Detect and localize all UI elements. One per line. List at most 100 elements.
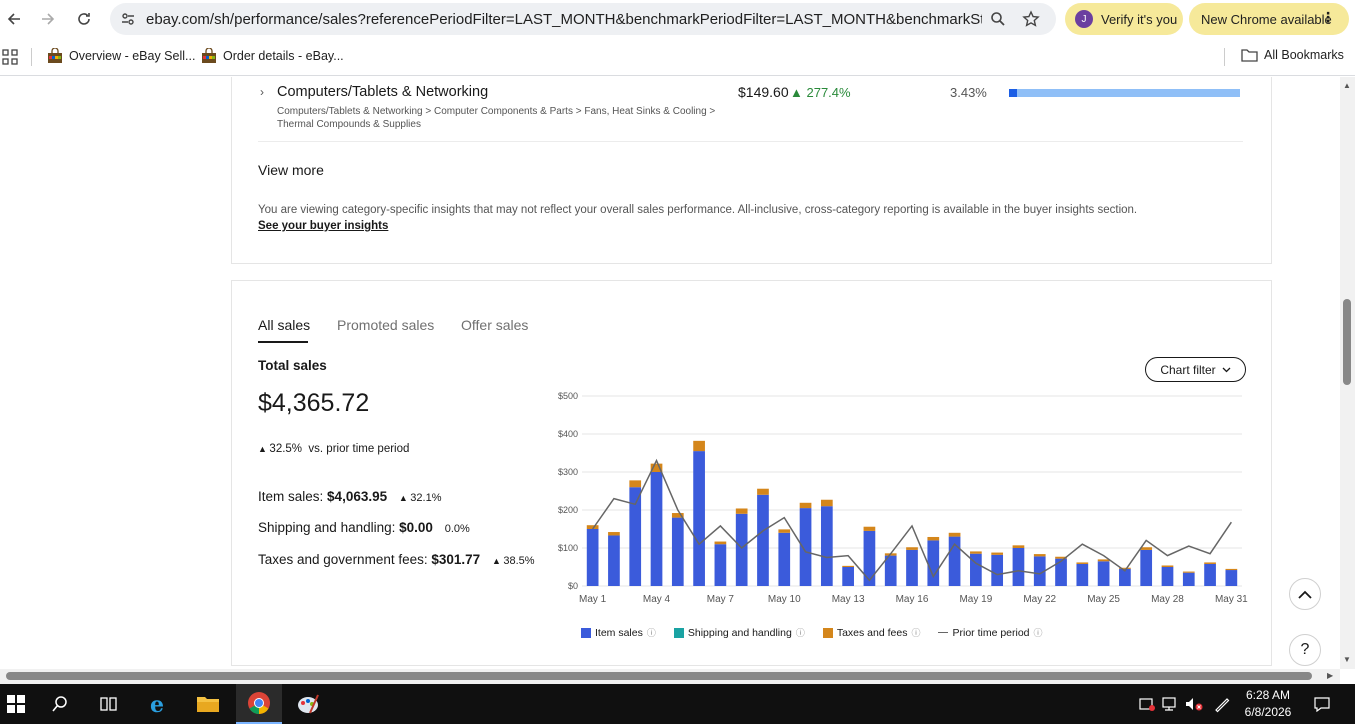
all-bookmarks-button[interactable]: All Bookmarks (1241, 48, 1344, 62)
scroll-right-arrow-icon[interactable]: ▶ (1327, 671, 1333, 680)
verify-identity-button[interactable]: J Verify it's you (1065, 3, 1183, 35)
bar-item-sales[interactable] (906, 549, 918, 586)
bar-item-sales[interactable] (693, 451, 705, 586)
windows-start-icon[interactable] (2, 690, 30, 718)
bar-item-sales[interactable] (650, 472, 663, 586)
info-icon[interactable]: ⓘ (796, 626, 805, 639)
bar-taxes[interactable] (1225, 568, 1238, 571)
chart-filter-button[interactable]: Chart filter (1145, 357, 1246, 382)
bar-item-sales[interactable] (1055, 558, 1067, 586)
horizontal-scrollbar[interactable]: ▶ (0, 669, 1340, 684)
zoom-icon[interactable] (990, 11, 1006, 27)
bar-item-sales[interactable] (863, 530, 876, 586)
buyer-insights-link[interactable]: See your buyer insights (258, 220, 388, 232)
help-button[interactable]: ? (1289, 634, 1321, 666)
notifications-icon[interactable] (1308, 690, 1336, 718)
legend-prior-period[interactable]: Prior time period ⓘ (938, 626, 1043, 639)
bar-item-sales[interactable] (842, 567, 854, 586)
bookmark-star-icon[interactable] (1022, 10, 1040, 28)
bar-item-sales[interactable] (1161, 567, 1174, 586)
bar-taxes[interactable] (1033, 554, 1046, 557)
bar-item-sales[interactable] (1182, 572, 1195, 586)
bar-taxes[interactable] (629, 480, 642, 488)
pen-icon[interactable] (1208, 690, 1236, 718)
search-icon[interactable] (46, 690, 74, 718)
bar-taxes[interactable] (1182, 571, 1195, 573)
scroll-up-arrow-icon[interactable]: ▲ (1343, 81, 1351, 90)
bar-taxes[interactable] (714, 541, 727, 545)
bar-taxes[interactable] (863, 526, 876, 531)
file-explorer-icon[interactable] (194, 690, 222, 718)
apps-grid-icon[interactable] (2, 49, 18, 65)
info-icon[interactable]: ⓘ (1034, 626, 1043, 639)
bar-item-sales[interactable] (629, 487, 642, 586)
bar-item-sales[interactable] (1012, 548, 1025, 586)
bar-taxes[interactable] (820, 499, 833, 507)
bar-item-sales[interactable] (778, 532, 791, 586)
bar-item-sales[interactable] (991, 554, 1004, 586)
chrome-update-button[interactable]: New Chrome available ⋮ (1189, 3, 1349, 35)
bar-item-sales[interactable] (799, 508, 812, 586)
bar-item-sales[interactable] (820, 506, 833, 586)
category-name[interactable]: Computers/Tablets & Networking (277, 84, 488, 100)
bar-taxes[interactable] (778, 529, 791, 533)
bar-taxes[interactable] (1097, 559, 1110, 562)
bar-item-sales[interactable] (927, 540, 940, 586)
bar-taxes[interactable] (948, 532, 961, 537)
bar-taxes[interactable] (1204, 562, 1216, 564)
bar-taxes[interactable] (1161, 565, 1174, 567)
bar-item-sales[interactable] (1140, 549, 1153, 586)
bookmark-order-details[interactable]: Order details - eBay... (201, 48, 344, 64)
view-more-link[interactable]: View more (258, 162, 324, 178)
bar-taxes[interactable] (735, 508, 748, 514)
paint-app-icon[interactable] (294, 690, 322, 718)
vertical-scrollbar[interactable]: ▲ ▼ (1340, 77, 1355, 669)
bar-item-sales[interactable] (671, 517, 684, 586)
task-view-icon[interactable] (95, 690, 123, 718)
legend-shipping[interactable]: Shipping and handling ⓘ (673, 626, 805, 639)
address-bar[interactable]: ebay.com/sh/performance/sales?referenceP… (110, 3, 1056, 35)
back-button[interactable] (2, 7, 26, 31)
reload-button[interactable] (72, 7, 96, 31)
bar-item-sales[interactable] (586, 529, 599, 586)
internet-explorer-icon[interactable]: e (145, 690, 173, 718)
bar-taxes[interactable] (1012, 545, 1025, 548)
scroll-to-top-button[interactable] (1289, 578, 1321, 610)
tab-promoted-sales[interactable]: Promoted sales (337, 317, 434, 333)
bar-item-sales[interactable] (608, 535, 620, 586)
bar-item-sales[interactable] (1097, 561, 1110, 586)
forward-button[interactable] (36, 7, 60, 31)
taskbar-clock[interactable]: 6:28 AM 6/8/2026 (1236, 687, 1300, 721)
bar-item-sales[interactable] (1225, 570, 1238, 586)
bar-taxes[interactable] (757, 488, 769, 495)
tab-offer-sales[interactable]: Offer sales (461, 317, 528, 333)
info-icon[interactable]: ⓘ (911, 626, 920, 639)
bar-taxes[interactable] (927, 536, 940, 541)
legend-item-sales[interactable]: Item sales ⓘ (581, 626, 656, 639)
bar-item-sales[interactable] (884, 555, 897, 586)
kebab-menu-icon[interactable]: ⋮ (1321, 9, 1335, 26)
scroll-down-arrow-icon[interactable]: ▼ (1343, 655, 1351, 664)
bookmark-overview[interactable]: Overview - eBay Sell... (47, 48, 195, 64)
bar-taxes[interactable] (799, 502, 812, 509)
bar-item-sales[interactable] (714, 544, 727, 586)
chrome-taskbar-icon[interactable] (236, 684, 282, 724)
bar-taxes[interactable] (842, 565, 854, 567)
bar-item-sales[interactable] (1204, 563, 1216, 586)
tab-all-sales[interactable]: All sales (258, 317, 310, 333)
bar-taxes[interactable] (693, 440, 705, 452)
horizontal-scroll-thumb[interactable] (6, 672, 1312, 680)
bar-item-sales[interactable] (1076, 563, 1089, 586)
vertical-scroll-thumb[interactable] (1343, 299, 1351, 385)
bar-item-sales[interactable] (735, 513, 748, 586)
bar-taxes[interactable] (991, 552, 1004, 555)
bar-item-sales[interactable] (757, 494, 769, 586)
bar-taxes[interactable] (1076, 562, 1089, 564)
info-icon[interactable]: ⓘ (647, 626, 656, 639)
bar-taxes[interactable] (906, 547, 918, 550)
chevron-right-icon[interactable]: › (260, 85, 264, 99)
volume-muted-icon[interactable] (1180, 690, 1208, 718)
legend-taxes[interactable]: Taxes and fees ⓘ (822, 626, 920, 639)
bar-taxes[interactable] (1140, 547, 1153, 550)
bar-taxes[interactable] (970, 551, 982, 554)
